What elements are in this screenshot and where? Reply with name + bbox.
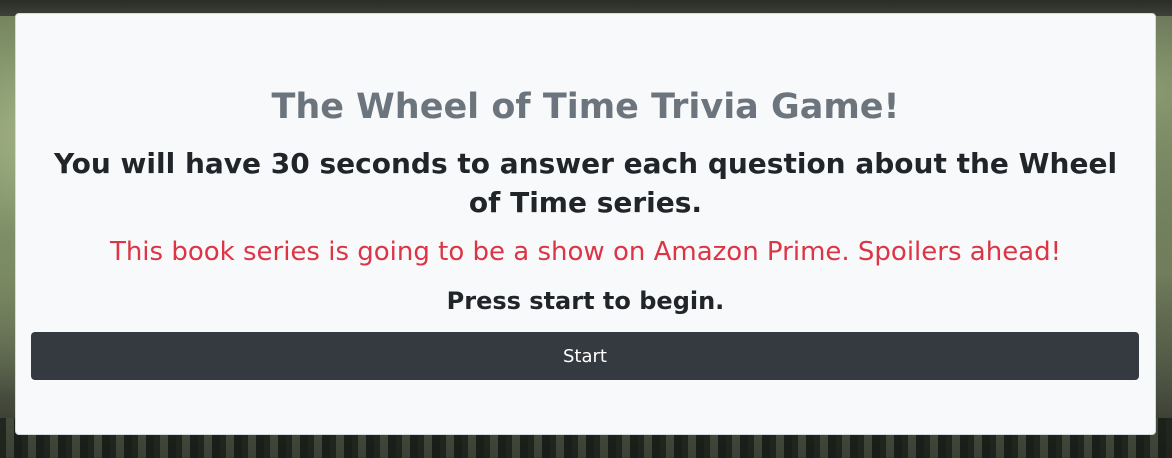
game-instructions: You will have 30 seconds to answer each … <box>53 147 1118 219</box>
game-title: The Wheel of Time Trivia Game! <box>271 87 900 127</box>
start-button[interactable]: Start <box>31 332 1139 380</box>
intro-card: The Wheel of Time Trivia Game! You will … <box>15 13 1156 435</box>
start-prompt: Press start to begin. <box>446 287 725 315</box>
spoiler-warning: This book series is going to be a show o… <box>109 237 1062 267</box>
